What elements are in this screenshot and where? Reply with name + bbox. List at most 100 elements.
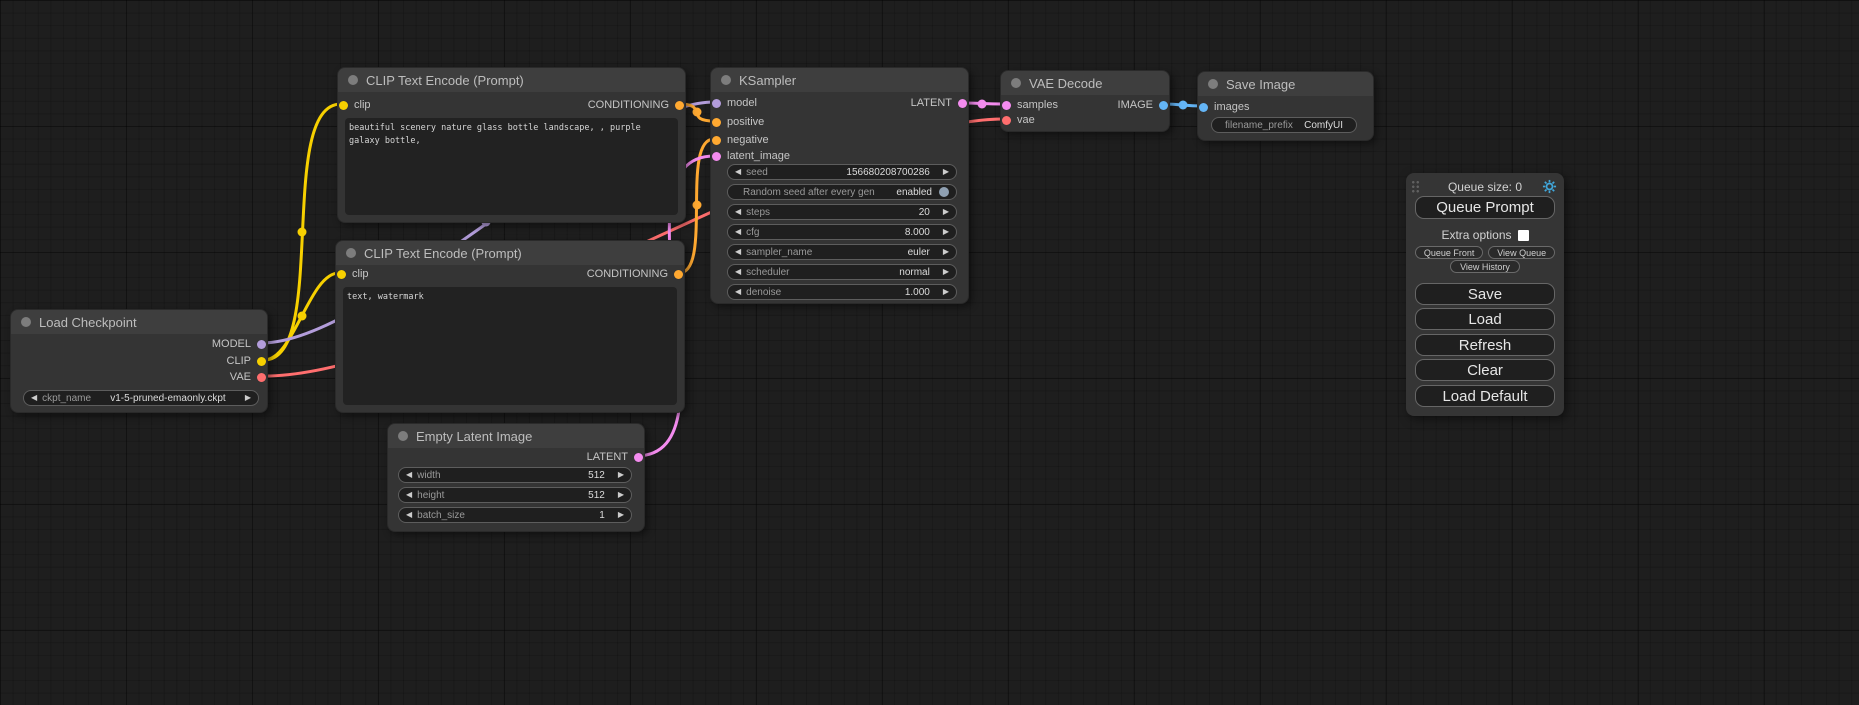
latent-output-dot[interactable] xyxy=(634,453,643,462)
increment-arrow-icon[interactable]: ▶ xyxy=(943,208,949,216)
node-vae-decode[interactable]: VAE Decode samples IMAGE vae xyxy=(1000,70,1170,132)
output-slot-image[interactable]: IMAGE xyxy=(1001,97,1169,113)
vae-output-dot[interactable] xyxy=(257,373,266,382)
collapse-dot-icon[interactable] xyxy=(1208,79,1218,89)
decrement-arrow-icon[interactable]: ◀ xyxy=(735,288,741,296)
output-slot-conditioning[interactable]: CONDITIONING xyxy=(336,266,684,282)
sampler-name-widget[interactable]: ◀ sampler_name euler ▶ xyxy=(727,244,957,260)
increment-arrow-icon[interactable]: ▶ xyxy=(245,394,251,402)
seed-widget[interactable]: ◀ seed 156680208700286 ▶ xyxy=(727,164,957,180)
output-slot-conditioning[interactable]: CONDITIONING xyxy=(338,97,685,113)
collapse-dot-icon[interactable] xyxy=(346,248,356,258)
output-slot-vae[interactable]: VAE xyxy=(11,369,267,385)
random-seed-toggle-widget[interactable]: Random seed after every gen enabled xyxy=(727,184,957,200)
node-save-image[interactable]: Save Image images filename_prefix ComfyU… xyxy=(1197,71,1374,141)
steps-widget[interactable]: ◀ steps 20 ▶ xyxy=(727,204,957,220)
collapse-dot-icon[interactable] xyxy=(348,75,358,85)
gear-icon[interactable] xyxy=(1542,179,1557,194)
vae-input-dot[interactable] xyxy=(1002,116,1011,125)
decrement-arrow-icon[interactable]: ◀ xyxy=(735,248,741,256)
scheduler-widget[interactable]: ◀ scheduler normal ▶ xyxy=(727,264,957,280)
node-title-bar[interactable]: Save Image xyxy=(1198,72,1373,96)
collapse-dot-icon[interactable] xyxy=(398,431,408,441)
increment-arrow-icon[interactable]: ▶ xyxy=(618,491,624,499)
negative-input-dot[interactable] xyxy=(712,136,721,145)
collapse-dot-icon[interactable] xyxy=(721,75,731,85)
widget-label: Random seed after every gen xyxy=(735,187,875,198)
output-slot-model[interactable]: MODEL xyxy=(11,336,267,352)
input-slot-positive[interactable]: positive xyxy=(711,114,968,130)
conditioning-output-dot[interactable] xyxy=(674,270,683,279)
node-title-bar[interactable]: KSampler xyxy=(711,68,968,92)
load-button[interactable]: Load xyxy=(1415,308,1555,330)
increment-arrow-icon[interactable]: ▶ xyxy=(943,248,949,256)
batch-size-widget[interactable]: ◀ batch_size 1 ▶ xyxy=(398,507,632,523)
node-empty-latent-image[interactable]: Empty Latent Image LATENT ◀ width 512 ▶ … xyxy=(387,423,645,532)
refresh-button[interactable]: Refresh xyxy=(1415,334,1555,356)
decrement-arrow-icon[interactable]: ◀ xyxy=(735,228,741,236)
node-clip-text-encode-positive[interactable]: CLIP Text Encode (Prompt) clip CONDITION… xyxy=(337,67,686,223)
increment-arrow-icon[interactable]: ▶ xyxy=(943,228,949,236)
node-title-bar[interactable]: CLIP Text Encode (Prompt) xyxy=(338,68,685,92)
images-input-dot[interactable] xyxy=(1199,103,1208,112)
node-title-bar[interactable]: Empty Latent Image xyxy=(388,424,644,448)
decrement-arrow-icon[interactable]: ◀ xyxy=(735,208,741,216)
output-slot-latent[interactable]: LATENT xyxy=(711,95,968,111)
save-button[interactable]: Save xyxy=(1415,283,1555,305)
input-slot-images[interactable]: images xyxy=(1198,99,1373,115)
view-history-button[interactable]: View History xyxy=(1450,260,1520,273)
link-midpoint-dot xyxy=(298,312,307,321)
denoise-widget[interactable]: ◀ denoise 1.000 ▶ xyxy=(727,284,957,300)
increment-arrow-icon[interactable]: ▶ xyxy=(943,268,949,276)
latent-image-input-dot[interactable] xyxy=(712,152,721,161)
output-slot-clip[interactable]: CLIP xyxy=(11,353,267,369)
toggle-on-icon[interactable] xyxy=(939,187,949,197)
input-slot-negative[interactable]: negative xyxy=(711,132,968,148)
height-widget[interactable]: ◀ height 512 ▶ xyxy=(398,487,632,503)
clear-button[interactable]: Clear xyxy=(1415,359,1555,381)
increment-arrow-icon[interactable]: ▶ xyxy=(618,511,624,519)
node-ksampler[interactable]: KSampler model LATENT positive negative … xyxy=(710,67,969,304)
queue-prompt-button[interactable]: Queue Prompt xyxy=(1415,196,1555,219)
collapse-dot-icon[interactable] xyxy=(21,317,31,327)
widget-label: seed xyxy=(746,167,768,178)
increment-arrow-icon[interactable]: ▶ xyxy=(618,471,624,479)
decrement-arrow-icon[interactable]: ◀ xyxy=(735,168,741,176)
input-slot-latent-image[interactable]: latent_image xyxy=(711,148,968,164)
positive-input-dot[interactable] xyxy=(712,118,721,127)
increment-arrow-icon[interactable]: ▶ xyxy=(943,288,949,296)
increment-arrow-icon[interactable]: ▶ xyxy=(943,168,949,176)
model-output-dot[interactable] xyxy=(257,340,266,349)
slot-label: LATENT xyxy=(587,451,628,463)
decrement-arrow-icon[interactable]: ◀ xyxy=(31,394,37,402)
output-slot-latent[interactable]: LATENT xyxy=(388,449,644,465)
queue-front-button[interactable]: Queue Front xyxy=(1415,246,1483,259)
prompt-textarea[interactable]: beautiful scenery nature glass bottle la… xyxy=(345,118,678,215)
decrement-arrow-icon[interactable]: ◀ xyxy=(735,268,741,276)
node-clip-text-encode-negative[interactable]: CLIP Text Encode (Prompt) clip CONDITION… xyxy=(335,240,685,413)
node-title-bar[interactable]: Load Checkpoint xyxy=(11,310,267,334)
prompt-textarea[interactable]: text, watermark xyxy=(343,287,677,405)
decrement-arrow-icon[interactable]: ◀ xyxy=(406,491,412,499)
filename-prefix-widget[interactable]: filename_prefix ComfyUI xyxy=(1211,117,1357,133)
load-default-button[interactable]: Load Default xyxy=(1415,385,1555,407)
image-output-dot[interactable] xyxy=(1159,101,1168,110)
view-queue-button[interactable]: View Queue xyxy=(1488,246,1555,259)
clip-output-dot[interactable] xyxy=(257,357,266,366)
decrement-arrow-icon[interactable]: ◀ xyxy=(406,471,412,479)
collapse-dot-icon[interactable] xyxy=(1011,78,1021,88)
latent-output-dot[interactable] xyxy=(958,99,967,108)
decrement-arrow-icon[interactable]: ◀ xyxy=(406,511,412,519)
input-slot-vae[interactable]: vae xyxy=(1001,112,1169,128)
widget-label: batch_size xyxy=(417,510,465,521)
conditioning-output-dot[interactable] xyxy=(675,101,684,110)
width-widget[interactable]: ◀ width 512 ▶ xyxy=(398,467,632,483)
node-title: VAE Decode xyxy=(1029,76,1102,91)
node-title-bar[interactable]: CLIP Text Encode (Prompt) xyxy=(336,241,684,265)
node-title-bar[interactable]: VAE Decode xyxy=(1001,71,1169,95)
extra-options-checkbox[interactable] xyxy=(1518,230,1529,241)
cfg-widget[interactable]: ◀ cfg 8.000 ▶ xyxy=(727,224,957,240)
ckpt-name-widget[interactable]: ◀ ckpt_name v1-5-pruned-emaonly.ckpt ▶ xyxy=(23,390,259,406)
link-clip-to-positive-clip xyxy=(264,104,341,360)
node-load-checkpoint[interactable]: Load Checkpoint MODEL CLIP VAE ◀ ckpt_na… xyxy=(10,309,268,413)
